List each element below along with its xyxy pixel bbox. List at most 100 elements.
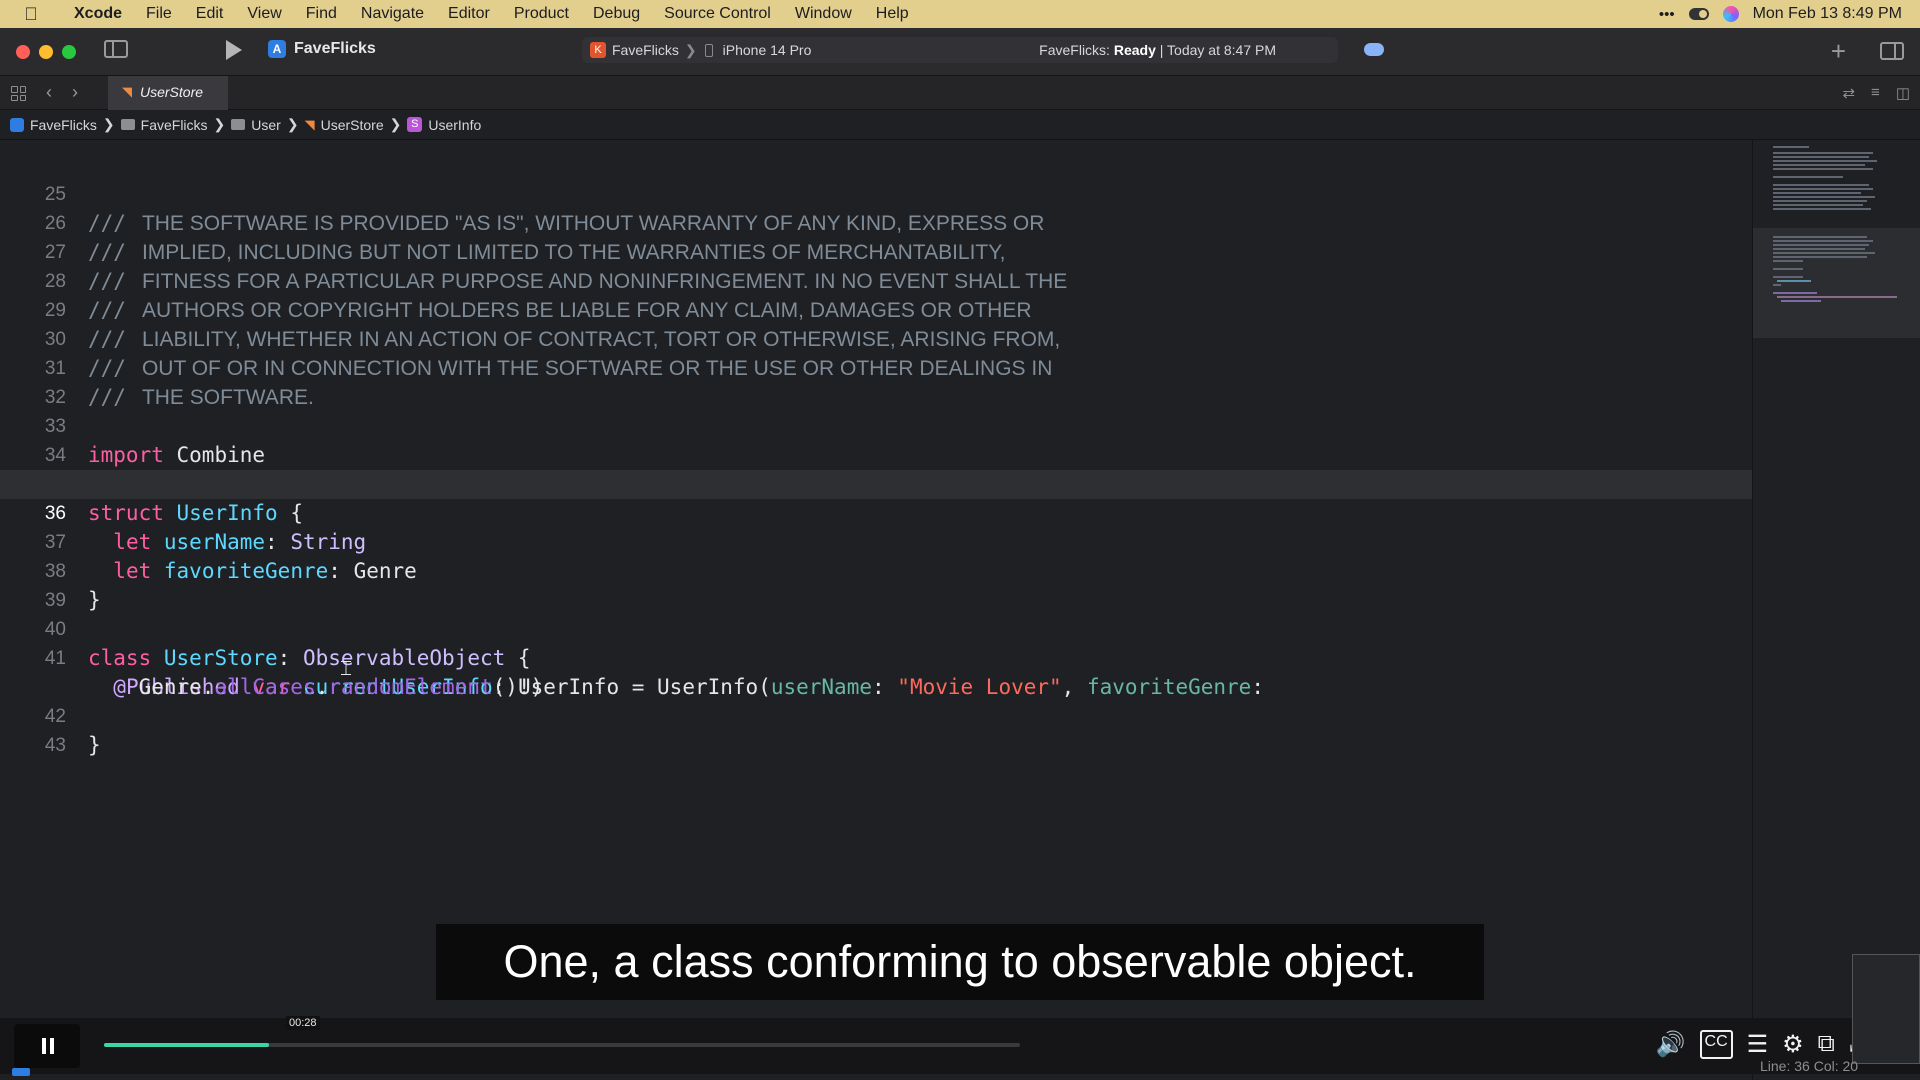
window-controls (16, 44, 76, 59)
build-status-prefix: FaveFlicks: (1039, 42, 1114, 58)
code-line[interactable]: 27 ///FITNESS FOR A PARTICULAR PURPOSE A… (0, 209, 1752, 293)
seek-time-tooltip: 00:28 (286, 1016, 320, 1030)
folder-icon (120, 119, 135, 130)
scheme-icon: K (590, 42, 606, 58)
breadcrumb-folder[interactable]: User (231, 117, 281, 133)
code-line[interactable]: 37 let favoriteGenre: Genre (0, 499, 1752, 583)
brace: } (88, 733, 101, 757)
scheme-selector[interactable]: FaveFlicks (612, 42, 679, 58)
related-items-icon[interactable] (11, 86, 26, 101)
cloud-icon[interactable] (1364, 43, 1384, 56)
struct-symbol-icon: S (407, 117, 423, 132)
code-line[interactable]: 34 (0, 412, 1752, 466)
code-line[interactable]: 38 } (0, 528, 1752, 612)
menu-window[interactable]: Window (783, 5, 864, 23)
code-line[interactable]: 43 (0, 702, 1752, 756)
add-editor-icon[interactable]: ◫ (1896, 84, 1910, 102)
code-line[interactable]: 40 class UserStore: ObservableObject { (0, 586, 1752, 670)
breadcrumb-file[interactable]: ◥ UserStore (305, 117, 384, 133)
code-line-wrapped[interactable]: Genre.allCases.randomElement()!) (0, 644, 1752, 699)
menu-source-control[interactable]: Source Control (652, 5, 783, 23)
menu-debug[interactable]: Debug (581, 5, 652, 23)
swift-file-icon: ◥ (304, 116, 315, 132)
back-arrow-icon[interactable]: ‹ (46, 82, 52, 103)
menu-edit[interactable]: Edit (184, 5, 236, 23)
close-window-button[interactable] (16, 44, 30, 59)
code-line[interactable]: 30 ///OUT OF OR IN CONNECTION WITH THE S… (0, 296, 1752, 380)
menu-navigate[interactable]: Navigate (349, 5, 436, 23)
menu-find[interactable]: Find (294, 5, 349, 23)
swift-file-icon: ◥ (122, 84, 132, 99)
code-line[interactable]: 39 (0, 557, 1752, 611)
menu-bar-clock[interactable]: Mon Feb 13 8:49 PM (1753, 5, 1902, 23)
breadcrumb-project-label: FaveFlicks (30, 116, 97, 133)
destination-selector[interactable]: iPhone 14 Pro (723, 42, 812, 58)
breadcrumb-project[interactable]: FaveFlicks (10, 117, 97, 133)
inspector-toggle-icon[interactable] (1880, 42, 1904, 60)
zoom-window-button[interactable] (62, 44, 76, 59)
code-line[interactable]: 32 (0, 354, 1752, 408)
code-line[interactable]: 41 @Published var currentUserInfo: UserI… (0, 615, 1752, 699)
code-line[interactable]: 29 ///LIABILITY, WHETHER IN AN ACTION OF… (0, 267, 1752, 351)
captions-icon[interactable]: CC (1699, 1030, 1733, 1059)
apple-icon[interactable]:  (0, 4, 62, 25)
minimize-window-button[interactable] (39, 44, 53, 59)
siri-icon[interactable] (1722, 6, 1739, 22)
seek-bar[interactable] (104, 1043, 1020, 1047)
code-line-current[interactable]: 36 let userName: String (0, 470, 1752, 554)
video-controls: 00:28 🔊 CC ☰ ⚙ ⧉ ⤢ (0, 1016, 1920, 1074)
iphone-icon (704, 43, 713, 57)
more-icon[interactable]: ••• (1659, 6, 1675, 23)
editor-tab-bar: ‹ › ◥ UserStore ⇄ ≡ ◫ (0, 76, 1920, 110)
control-center-icon[interactable] (1688, 8, 1709, 20)
chevron-right-icon: ❯ (684, 41, 697, 58)
run-button[interactable] (226, 40, 242, 60)
window-toolbar: A FaveFlicks K FaveFlicks ❯ iPhone 14 Pr… (0, 28, 1920, 76)
code-line[interactable]: 25 ///THE SOFTWARE IS PROVIDED "AS IS", … (0, 151, 1752, 235)
breadcrumb-group[interactable]: FaveFlicks (120, 117, 208, 133)
minimap[interactable] (1752, 140, 1920, 1080)
menu-view[interactable]: View (235, 5, 293, 23)
menu-bar-status: ••• Mon Feb 13 8:49 PM (1659, 0, 1902, 28)
swap-icon[interactable]: ⇄ (1842, 84, 1855, 102)
volume-icon[interactable]: 🔊 (1656, 1030, 1686, 1059)
build-status-time: | Today at 8:47 PM (1155, 42, 1276, 58)
menu-editor[interactable]: Editor (436, 5, 502, 23)
line-number: 43 (44, 735, 66, 756)
menu-file[interactable]: File (134, 5, 184, 23)
code-line[interactable]: 33 import Combine (0, 383, 1752, 467)
menu-product[interactable]: Product (502, 5, 581, 23)
video-thumbnail-preview (1852, 954, 1920, 1064)
seek-bar-progress (104, 1043, 269, 1047)
editor-options: ⇄ ≡ ◫ (1842, 84, 1910, 102)
code-line[interactable]: 31 ///THE SOFTWARE. (0, 325, 1752, 409)
navigator-toggle-icon[interactable] (104, 40, 128, 58)
code-line[interactable]: 26 ///IMPLIED, INCLUDING BUT NOT LIMITED… (0, 180, 1752, 264)
player-icons: 🔊 CC ☰ ⚙ ⧉ ⤢ (1656, 1030, 1868, 1059)
menu-xcode[interactable]: Xcode (62, 5, 134, 23)
settings-gear-icon[interactable]: ⚙ (1782, 1030, 1804, 1059)
project-icon (10, 117, 24, 132)
project-name: FaveFlicks (294, 40, 376, 57)
code-line[interactable]: 42 } (0, 673, 1752, 757)
menu-bar:  Xcode File Edit View Find Navigate Edi… (0, 0, 1920, 28)
menu-help[interactable]: Help (864, 5, 921, 23)
debug-area-indicator[interactable] (12, 1068, 30, 1076)
code-line[interactable]: 28 ///AUTHORS OR COPYRIGHT HOLDERS BE LI… (0, 238, 1752, 322)
code-line[interactable]: 35 struct UserInfo { (0, 441, 1752, 525)
transcript-icon[interactable]: ☰ (1747, 1030, 1769, 1059)
pause-button[interactable] (14, 1024, 80, 1068)
build-status-state: Ready (1113, 42, 1156, 58)
library-plus-button[interactable]: + (1831, 36, 1846, 67)
video-caption: One, a class conforming to observable ob… (436, 924, 1484, 1000)
tab-userstore[interactable]: ◥ UserStore (108, 76, 228, 110)
editor-options-icon[interactable]: ≡ (1871, 84, 1880, 102)
app-icon: A (268, 40, 286, 58)
ibeam-cursor-icon: ⌶ (340, 658, 352, 680)
picture-in-picture-icon[interactable]: ⧉ (1818, 1030, 1835, 1059)
chevron-right-icon: ❯ (389, 116, 402, 132)
forward-arrow-icon[interactable]: › (72, 82, 78, 103)
breadcrumb-folder-label: User (251, 116, 281, 133)
breadcrumb-symbol[interactable]: S UserInfo (407, 117, 481, 133)
tab-label: UserStore (140, 84, 204, 100)
